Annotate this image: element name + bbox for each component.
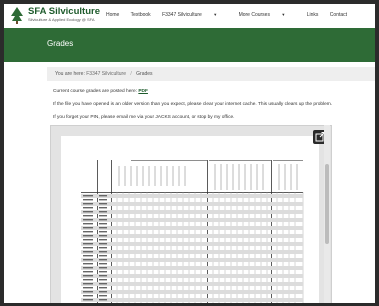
nav-links[interactable]: Links bbox=[307, 12, 319, 18]
site-brand[interactable]: SFA Silviculture bbox=[28, 6, 100, 17]
breadcrumb-prefix: You are here: bbox=[55, 71, 85, 77]
breadcrumb-course-link[interactable]: F3347 Silviculture bbox=[86, 71, 126, 77]
grades-posted-text: Current course grades are posted here: P… bbox=[53, 89, 148, 94]
grade-table-image bbox=[81, 160, 304, 303]
nav-textbook[interactable]: Textbook bbox=[131, 12, 151, 18]
nav-home[interactable]: Home bbox=[106, 12, 119, 18]
page-title: Grades bbox=[47, 39, 74, 48]
nav-more-courses[interactable]: More Courses ▼ bbox=[239, 12, 296, 18]
pdf-link[interactable]: PDF bbox=[138, 89, 148, 94]
chevron-down-icon: ▼ bbox=[213, 12, 218, 17]
pdf-viewer[interactable] bbox=[50, 125, 332, 303]
cache-notice: If the file you have opened is an older … bbox=[53, 102, 333, 107]
nav-f3347-label: F3347 Silviculture bbox=[162, 12, 202, 18]
page-banner: Grades bbox=[4, 28, 375, 62]
nav-contact[interactable]: Contact bbox=[330, 12, 347, 18]
pin-notice: If you forget your PIN, please email me … bbox=[53, 115, 235, 120]
breadcrumb-separator: / bbox=[130, 71, 132, 77]
breadcrumb-current: Grades bbox=[136, 71, 153, 77]
grades-posted-label: Current course grades are posted here: bbox=[53, 89, 137, 94]
main-menu: Home Textbook F3347 Silviculture ▼ More … bbox=[106, 12, 357, 18]
chevron-down-icon: ▼ bbox=[281, 12, 286, 17]
top-navigation: SFA Silviculture Silviculture & Applied … bbox=[4, 4, 375, 29]
viewer-scrollbar-thumb[interactable] bbox=[325, 164, 329, 244]
nav-more-courses-label: More Courses bbox=[238, 12, 270, 18]
nav-f3347[interactable]: F3347 Silviculture ▼ bbox=[162, 12, 227, 18]
browser-page: SFA Silviculture Silviculture & Applied … bbox=[4, 4, 375, 303]
site-tagline: Silviculture & Applied Ecology @ SFA bbox=[28, 17, 95, 22]
tree-logo-icon[interactable] bbox=[8, 6, 26, 24]
breadcrumb: You are here: F3347 Silviculture / Grade… bbox=[47, 67, 375, 81]
grade-sheet-preview bbox=[61, 136, 319, 303]
